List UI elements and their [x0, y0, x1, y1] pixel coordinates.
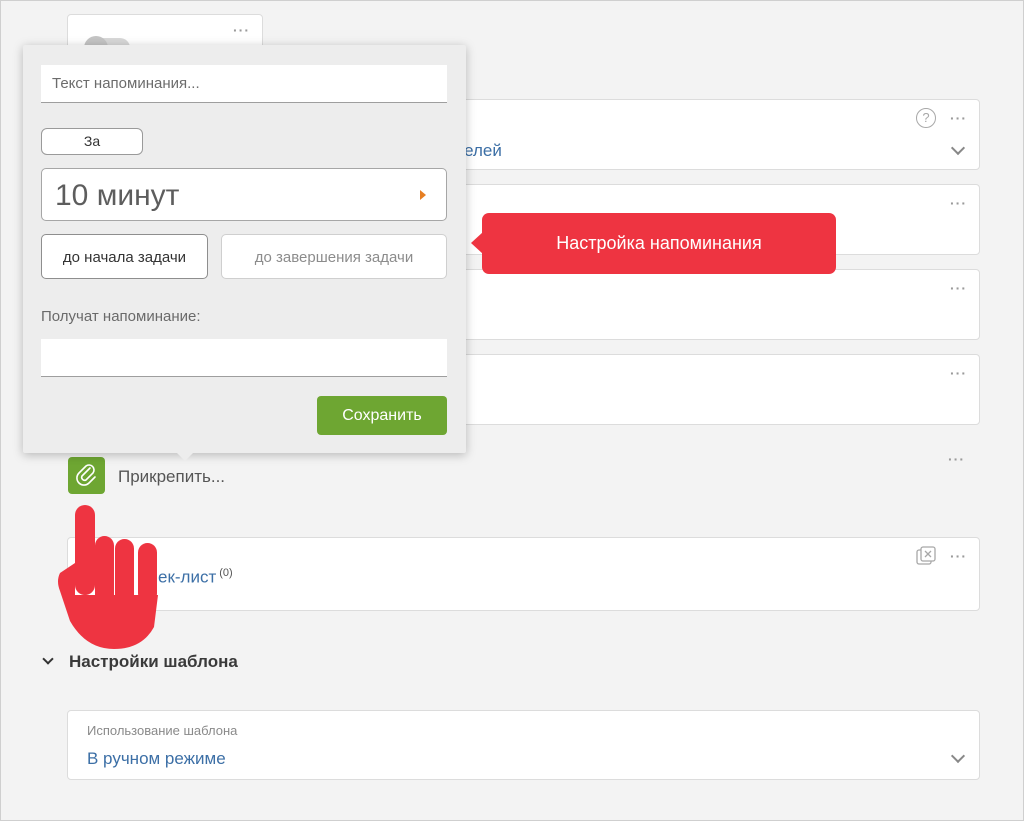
reminder-text-input[interactable]	[41, 65, 447, 103]
more-dots-icon[interactable]: ···	[948, 452, 965, 466]
time-value: 10 минут	[55, 179, 180, 212]
more-dots-icon[interactable]: ···	[950, 196, 967, 210]
time-selector[interactable]: 10 минут	[41, 168, 447, 221]
checklist-count: (0)	[219, 567, 233, 579]
save-button[interactable]: Сохранить	[317, 396, 447, 435]
attach-label[interactable]: Прикрепить...	[118, 467, 225, 487]
za-label: За	[41, 128, 143, 155]
callout-badge: Настройка напоминания	[482, 213, 836, 274]
template-settings-title[interactable]: Настройки шаблона	[69, 652, 238, 672]
chevron-down-icon[interactable]	[950, 140, 966, 156]
recipients-label: Получат напоминание:	[41, 308, 201, 325]
more-dots-icon[interactable]: ···	[950, 281, 967, 295]
before-start-button[interactable]: до начала задачи	[41, 234, 208, 279]
template-usage-value[interactable]: В ручном режиме	[87, 749, 226, 769]
recipients-input[interactable]	[41, 339, 447, 377]
clear-checklist-icon[interactable]	[916, 546, 936, 566]
chevron-down-icon[interactable]	[950, 748, 966, 764]
arrow-right-icon	[420, 190, 426, 200]
checklist-card: ··· ек-лист (0)	[67, 537, 980, 611]
more-dots-icon[interactable]: ···	[950, 111, 967, 125]
paperclip-icon[interactable]	[68, 457, 105, 494]
more-dots-icon[interactable]: ···	[233, 23, 250, 37]
template-usage-label: Использование шаблона	[87, 723, 238, 738]
checklist-link[interactable]: ек-лист (0)	[158, 567, 233, 588]
more-dots-icon[interactable]: ···	[950, 366, 967, 380]
before-end-button[interactable]: до завершения задачи	[221, 234, 447, 279]
template-usage-card[interactable]	[67, 710, 980, 780]
more-dots-icon[interactable]: ···	[950, 549, 967, 563]
pointing-hand-icon	[58, 505, 158, 649]
popup-arrow	[176, 452, 194, 461]
help-icon[interactable]: ?	[916, 108, 936, 128]
checklist-label: ек-лист	[158, 567, 217, 587]
